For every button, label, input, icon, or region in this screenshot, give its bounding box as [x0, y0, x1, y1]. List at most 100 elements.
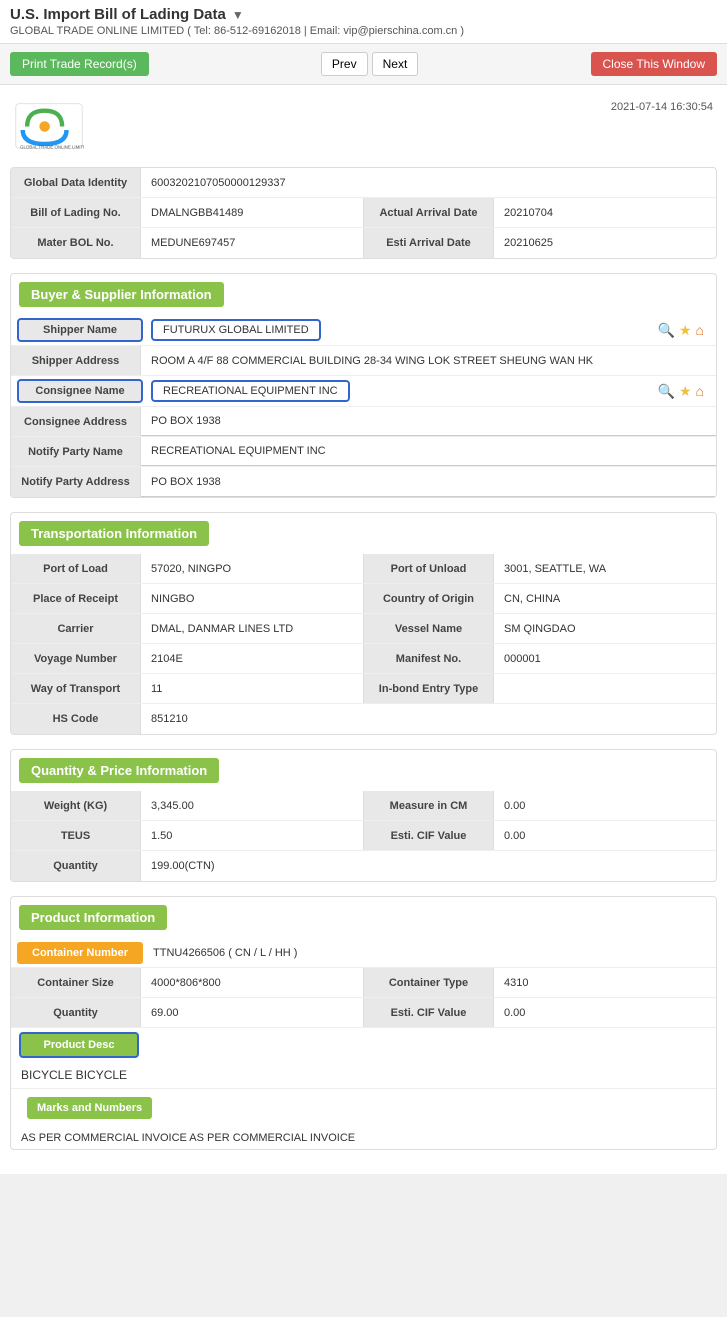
- port-row: Port of Load 57020, NINGPO Port of Unloa…: [11, 554, 716, 584]
- vessel-half: Vessel Name SM QINGDAO: [363, 614, 716, 643]
- notify-party-address-label: Notify Party Address: [11, 467, 141, 497]
- actual-arrival-label: Actual Arrival Date: [364, 198, 494, 227]
- actual-arrival-value: 20210704: [494, 198, 716, 227]
- esti-arrival-label: Esti Arrival Date: [364, 228, 494, 258]
- container-number-label: Container Number: [32, 947, 128, 959]
- bol-half: Bill of Lading No. DMALNGBB41489: [11, 198, 363, 227]
- prev-button[interactable]: Prev: [321, 52, 368, 76]
- place-receipt-value: NINGBO: [141, 584, 363, 613]
- esti-arrival-value: 20210625: [494, 228, 716, 258]
- quantity-value: 199.00(CTN): [141, 851, 716, 881]
- container-size-half: Container Size 4000*806*800: [11, 968, 363, 997]
- title-dropdown-icon[interactable]: ▼: [232, 8, 244, 22]
- port-unload-label: Port of Unload: [364, 554, 494, 583]
- transport-value: 11: [141, 674, 363, 703]
- country-origin-label: Country of Origin: [364, 584, 494, 613]
- global-id-value: 6003202107050000129337: [141, 168, 716, 197]
- logo: GLOBAL TRADE ONLINE LIMITED: [14, 101, 84, 151]
- consignee-address-label: Consignee Address: [11, 407, 141, 436]
- product-quantity-value: 69.00: [141, 998, 363, 1027]
- shipper-name-row: Shipper Name FUTURUX GLOBAL LIMITED 🔍 ★ …: [11, 315, 716, 346]
- transportation-card: Transportation Information Port of Load …: [10, 512, 717, 735]
- teus-value: 1.50: [141, 821, 363, 850]
- shipper-search-icon[interactable]: 🔍: [658, 322, 675, 339]
- measure-value: 0.00: [494, 791, 716, 820]
- product-desc-value: BICYCLE BICYCLE: [11, 1062, 716, 1089]
- port-load-half: Port of Load 57020, NINGPO: [11, 554, 363, 583]
- container-size-type-row: Container Size 4000*806*800 Container Ty…: [11, 968, 716, 998]
- marks-value: AS PER COMMERCIAL INVOICE AS PER COMMERC…: [11, 1127, 716, 1149]
- mater-bol-half: Mater BOL No. MEDUNE697457: [11, 228, 363, 258]
- port-unload-value: 3001, SEATTLE, WA: [494, 554, 716, 583]
- product-desc-row: Product Desc: [11, 1028, 716, 1062]
- shipper-name-label: Shipper Name: [43, 324, 117, 336]
- shipper-icons: 🔍 ★ ⌂: [658, 322, 704, 339]
- esti-arrival-half: Esti Arrival Date 20210625: [363, 228, 716, 258]
- country-origin-half: Country of Origin CN, CHINA: [363, 584, 716, 613]
- vessel-value: SM QINGDAO: [494, 614, 716, 643]
- place-receipt-half: Place of Receipt NINGBO: [11, 584, 363, 613]
- consignee-star-icon[interactable]: ★: [679, 383, 692, 400]
- close-button[interactable]: Close This Window: [591, 52, 717, 76]
- buyer-supplier-card: Buyer & Supplier Information Shipper Nam…: [10, 273, 717, 498]
- voyage-value: 2104E: [141, 644, 363, 673]
- toolbar: Print Trade Record(s) Prev Next Close Th…: [0, 44, 727, 85]
- port-load-value: 57020, NINGPO: [141, 554, 363, 583]
- port-unload-half: Port of Unload 3001, SEATTLE, WA: [363, 554, 716, 583]
- manifest-half: Manifest No. 000001: [363, 644, 716, 673]
- main-content: GLOBAL TRADE ONLINE LIMITED 2021-07-14 1…: [0, 85, 727, 1174]
- shipper-address-row: Shipper Address ROOM A 4/F 88 COMMERCIAL…: [11, 346, 716, 376]
- shipper-star-icon[interactable]: ★: [679, 322, 692, 339]
- container-type-label: Container Type: [364, 968, 494, 997]
- bol-value: DMALNGBB41489: [141, 198, 363, 227]
- top-bar: U.S. Import Bill of Lading Data ▼ GLOBAL…: [0, 0, 727, 44]
- carrier-vessel-row: Carrier DMAL, DANMAR LINES LTD Vessel Na…: [11, 614, 716, 644]
- shipper-address-label: Shipper Address: [11, 346, 141, 375]
- logo-svg: GLOBAL TRADE ONLINE LIMITED: [14, 101, 84, 151]
- esti-cif-value: 0.00: [494, 821, 716, 850]
- shipper-home-icon[interactable]: ⌂: [696, 322, 704, 338]
- identity-card: Global Data Identity 6003202107050000129…: [10, 167, 717, 259]
- receipt-origin-row: Place of Receipt NINGBO Country of Origi…: [11, 584, 716, 614]
- carrier-label: Carrier: [11, 614, 141, 643]
- print-button[interactable]: Print Trade Record(s): [10, 52, 149, 76]
- consignee-address-value: PO BOX 1938: [141, 407, 716, 436]
- global-id-row: Global Data Identity 6003202107050000129…: [11, 168, 716, 198]
- buyer-supplier-header: Buyer & Supplier Information: [19, 282, 224, 307]
- product-quantity-cif-row: Quantity 69.00 Esti. CIF Value 0.00: [11, 998, 716, 1028]
- marks-label: Marks and Numbers: [27, 1097, 152, 1119]
- transport-half: Way of Transport 11: [11, 674, 363, 703]
- container-number-value: TTNU4266506 ( CN / L / HH ): [143, 942, 710, 964]
- weight-measure-row: Weight (KG) 3,345.00 Measure in CM 0.00: [11, 791, 716, 821]
- shipper-address-value: ROOM A 4/F 88 COMMERCIAL BUILDING 28-34 …: [141, 346, 716, 375]
- mater-bol-label: Mater BOL No.: [11, 228, 141, 258]
- mater-bol-value: MEDUNE697457: [141, 228, 363, 258]
- measure-half: Measure in CM 0.00: [363, 791, 716, 820]
- transportation-header: Transportation Information: [19, 521, 209, 546]
- weight-value: 3,345.00: [141, 791, 363, 820]
- record-datetime: 2021-07-14 16:30:54: [611, 101, 713, 113]
- consignee-icons: 🔍 ★ ⌂: [658, 383, 704, 400]
- record-header: GLOBAL TRADE ONLINE LIMITED 2021-07-14 1…: [10, 95, 717, 157]
- product-card: Product Information Container Number TTN…: [10, 896, 717, 1150]
- hs-code-value: 851210: [141, 704, 716, 734]
- place-receipt-label: Place of Receipt: [11, 584, 141, 613]
- notify-party-name-label: Notify Party Name: [11, 437, 141, 466]
- container-type-value: 4310: [494, 968, 716, 997]
- weight-half: Weight (KG) 3,345.00: [11, 791, 363, 820]
- bol-label: Bill of Lading No.: [11, 198, 141, 227]
- container-size-label: Container Size: [11, 968, 141, 997]
- hs-code-row: HS Code 851210: [11, 704, 716, 734]
- transport-label: Way of Transport: [11, 674, 141, 703]
- quantity-price-header: Quantity & Price Information: [19, 758, 219, 783]
- mater-bol-row: Mater BOL No. MEDUNE697457 Esti Arrival …: [11, 228, 716, 258]
- teus-label: TEUS: [11, 821, 141, 850]
- next-button[interactable]: Next: [372, 52, 419, 76]
- consignee-home-icon[interactable]: ⌂: [696, 383, 704, 399]
- bol-row: Bill of Lading No. DMALNGBB41489 Actual …: [11, 198, 716, 228]
- consignee-search-icon[interactable]: 🔍: [658, 383, 675, 400]
- consignee-address-row: Consignee Address PO BOX 1938: [11, 407, 716, 437]
- voyage-label: Voyage Number: [11, 644, 141, 673]
- actual-arrival-half: Actual Arrival Date 20210704: [363, 198, 716, 227]
- notify-party-address-row: Notify Party Address PO BOX 1938: [11, 467, 716, 497]
